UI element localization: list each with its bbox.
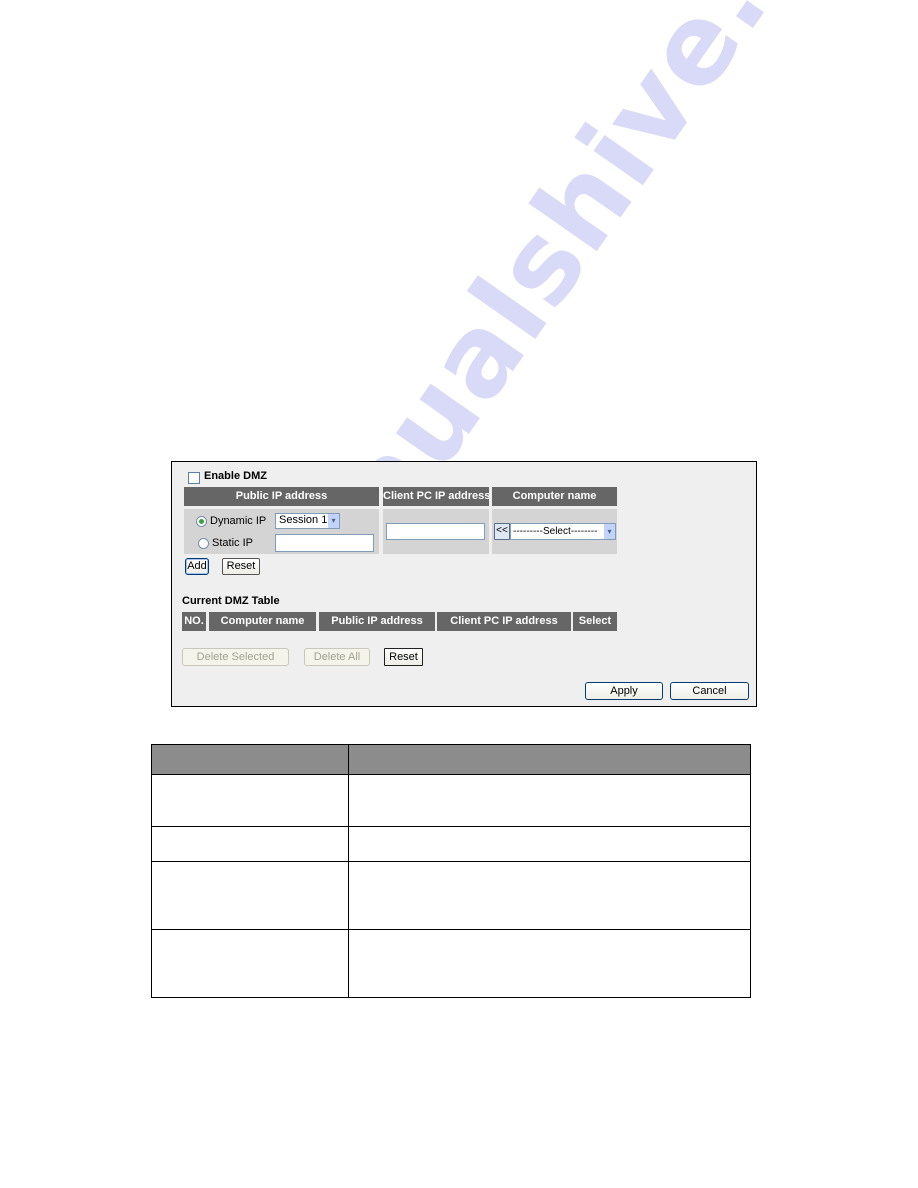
row-description [348, 929, 751, 998]
row-description [348, 861, 751, 930]
dynamic-ip-radio[interactable] [196, 516, 207, 527]
add-button[interactable]: Add [185, 558, 209, 575]
header-public-ip: Public IP address [184, 487, 379, 506]
session-select[interactable]: Session 1 ▾ [275, 513, 340, 529]
row-item [151, 929, 349, 998]
delete-selected-button[interactable]: Delete Selected [182, 648, 289, 666]
row-item [151, 774, 349, 827]
cancel-button[interactable]: Cancel [670, 682, 749, 700]
apply-button[interactable]: Apply [585, 682, 663, 700]
col-select: Select [573, 612, 617, 631]
col-computer-name: Computer name [209, 612, 316, 631]
row-item [151, 861, 349, 930]
enable-dmz-checkbox[interactable] [188, 472, 200, 484]
header-computer-name: Computer name [492, 487, 617, 506]
chevron-down-icon: ▾ [604, 524, 615, 539]
static-ip-label: Static IP [212, 537, 253, 549]
chevron-down-icon: ▾ [328, 514, 339, 528]
reset-table-button[interactable]: Reset [384, 648, 423, 666]
table-row [151, 861, 751, 930]
table-row [151, 774, 751, 827]
header-cell-item [151, 744, 349, 775]
current-dmz-table-title: Current DMZ Table [182, 595, 280, 607]
description-table-header [151, 744, 751, 775]
row-item [151, 826, 349, 862]
delete-all-button[interactable]: Delete All [304, 648, 370, 666]
client-pc-ip-cell [383, 509, 489, 554]
enable-dmz-label: Enable DMZ [204, 470, 267, 482]
public-ip-cell: Dynamic IP Session 1 ▾ Static IP [184, 509, 379, 554]
dynamic-ip-label: Dynamic IP [210, 515, 267, 527]
description-table [151, 744, 751, 998]
reset-entry-button[interactable]: Reset [222, 558, 260, 575]
header-cell-description [348, 744, 751, 775]
computer-name-select[interactable]: ---------Select-------- ▾ [510, 523, 616, 540]
computer-name-cell: << ---------Select-------- ▾ [492, 509, 617, 554]
row-description [348, 774, 751, 827]
dmz-settings-panel: Enable DMZ Public IP address Client PC I… [171, 461, 757, 707]
table-row [151, 929, 751, 998]
table-row [151, 826, 751, 862]
computer-select-value: ---------Select-------- [513, 526, 598, 537]
copy-ip-button[interactable]: << [494, 523, 510, 540]
col-no: NO. [182, 612, 206, 631]
session-select-value: Session 1 [279, 514, 328, 526]
col-public-ip: Public IP address [319, 612, 435, 631]
header-client-pc-ip: Client PC IP address [383, 487, 489, 506]
client-pc-ip-input[interactable] [386, 523, 485, 540]
row-description [348, 826, 751, 862]
static-ip-radio[interactable] [198, 538, 209, 549]
col-client-pc-ip: Client PC IP address [437, 612, 571, 631]
static-ip-input[interactable] [275, 534, 374, 552]
